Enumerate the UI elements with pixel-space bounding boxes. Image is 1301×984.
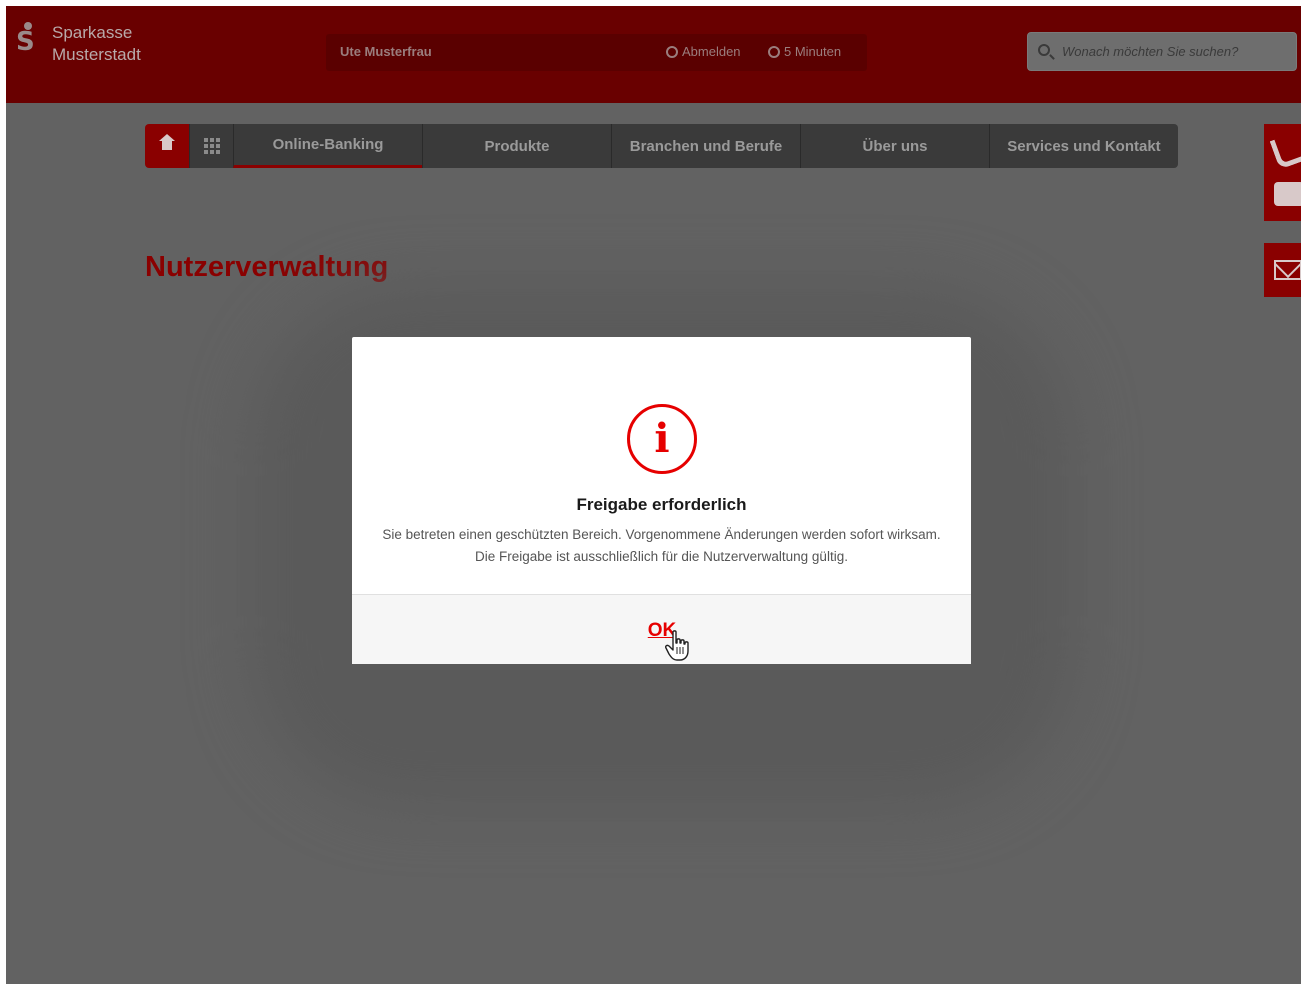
nav-item-ueber-uns[interactable]: Über uns [800,124,989,168]
search-input[interactable] [1062,33,1292,70]
nav-item-online-banking[interactable]: Online-Banking [233,124,422,168]
dialog-message: Sie betreten einen geschützten Bereich. … [382,527,941,564]
home-button[interactable] [145,124,189,168]
brand-line-2: Musterstadt [52,45,141,64]
session-timer-label: 5 Minuten [784,44,842,59]
sparkasse-s-icon: S [16,22,42,56]
nav-item-produkte[interactable]: Produkte [422,124,611,168]
apps-grid-icon[interactable] [189,124,233,168]
search-icon[interactable] [1038,44,1050,56]
user-session-bar: Ute Musterfrau Abmelden 5 Minuten [326,34,867,71]
user-name[interactable]: Ute Musterfrau [340,44,432,59]
power-icon [666,45,678,58]
nav-item-services-und-kontakt[interactable]: Services und Kontakt [989,124,1178,168]
chat-icon [1274,182,1301,206]
home-icon [159,134,175,152]
clock-icon [768,45,780,58]
phone-icon [1269,132,1301,170]
nav-item-branchen-und-berufe[interactable]: Branchen und Berufe [611,124,800,168]
info-icon-glyph: i [654,415,670,462]
hand-cursor-icon [665,630,689,661]
sparkasse-logo[interactable]: S Sparkasse Musterstadt [16,22,141,66]
info-icon: i [627,404,697,474]
approval-dialog: i Freigabe erforderlich Sie betreten ein… [352,337,971,664]
mail-side-tab[interactable] [1264,243,1301,297]
contact-side-tab[interactable] [1264,124,1301,221]
logout-label: Abmelden [682,44,741,59]
browser-frame: S Sparkasse Musterstadt Ute Musterfrau A… [6,6,1301,984]
site-header: S Sparkasse Musterstadt Ute Musterfrau A… [6,6,1301,103]
brand-name: Sparkasse Musterstadt [52,22,141,66]
dialog-footer: OK [352,595,971,664]
main-navigation: Online-Banking Produkte Branchen und Ber… [145,124,1178,168]
session-timer: 5 Minuten [768,44,841,59]
logout-link[interactable]: Abmelden [666,44,741,59]
mail-icon [1274,260,1301,280]
search-box [1027,32,1297,71]
page-title: Nutzerverwaltung [145,251,389,283]
dialog-title: Freigabe erforderlich [576,495,747,514]
brand-line-1: Sparkasse [52,23,133,42]
